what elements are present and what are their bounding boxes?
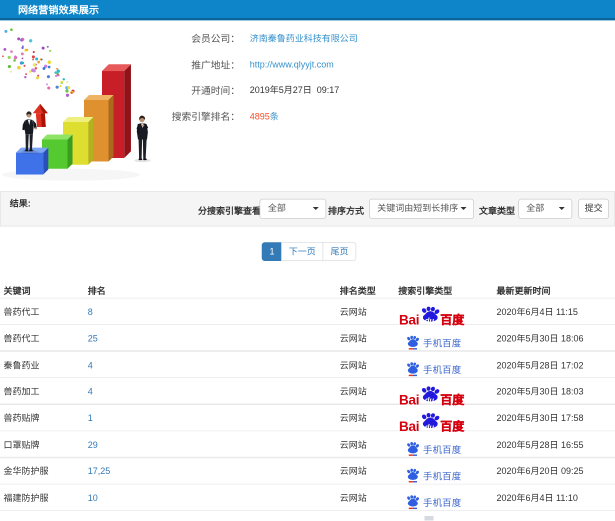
svg-text:手机百度: 手机百度 bbox=[423, 335, 462, 349]
svg-text:百度: 百度 bbox=[440, 417, 465, 434]
svg-text:手机百度: 手机百度 bbox=[423, 468, 462, 482]
svg-text:手机百度: 手机百度 bbox=[423, 442, 462, 456]
svg-text:手机百度: 手机百度 bbox=[423, 495, 462, 509]
svg-text:Bai: Bai bbox=[399, 313, 419, 328]
svg-text:百度: 百度 bbox=[440, 311, 465, 328]
svg-text:Bai: Bai bbox=[399, 419, 419, 434]
svg-text:Bai: Bai bbox=[399, 392, 419, 407]
svg-text:百度: 百度 bbox=[440, 391, 465, 408]
svg-text:手机百度: 手机百度 bbox=[423, 362, 462, 376]
